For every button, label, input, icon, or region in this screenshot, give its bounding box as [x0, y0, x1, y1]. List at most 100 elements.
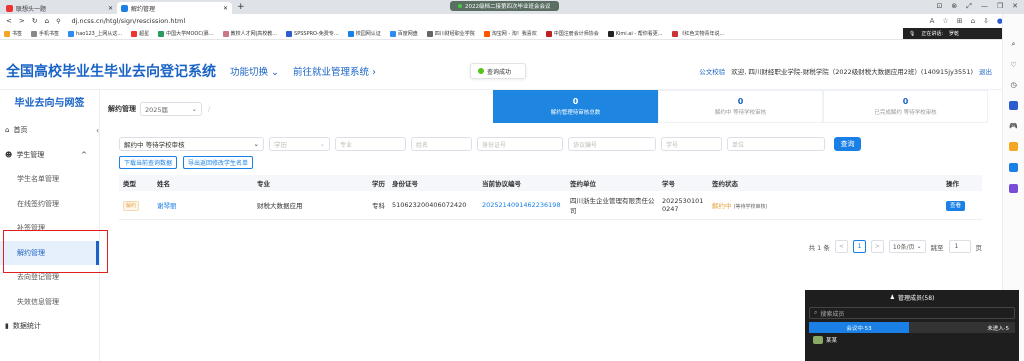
col-major: 专业: [253, 175, 368, 191]
sidebar-item-0[interactable]: ⌂ 首页: [0, 118, 99, 143]
bookmark-item[interactable]: hao123_上网从这...: [68, 30, 122, 37]
browser-tab[interactable]: 联想头一题 ✕: [2, 2, 117, 14]
member-row[interactable]: 某某: [813, 336, 1011, 344]
toolbox-icon[interactable]: [1009, 142, 1018, 151]
bookmark-label: 四川财经职业学院: [434, 31, 475, 37]
forward-icon[interactable]: >: [19, 17, 25, 25]
sidebar-item-2[interactable]: 学生名单管理: [0, 167, 99, 192]
bookmark-item[interactable]: 四川财经职业学院: [426, 30, 475, 37]
bookmark-item[interactable]: 手机书签: [31, 30, 59, 37]
export-return-list-button[interactable]: 导出返回修改学生名单: [183, 156, 254, 169]
translate-icon[interactable]: A: [930, 17, 935, 25]
expand-icon[interactable]: ⤢: [966, 2, 972, 11]
bookmark-item[interactable]: 中国注册会计师协会: [545, 30, 599, 37]
bookmark-item[interactable]: 书签: [4, 30, 22, 37]
agreement-link[interactable]: 2025214091462236198: [478, 191, 566, 220]
bookmark-item[interactable]: 校园网认证: [347, 30, 381, 37]
chevron-down-icon: ⌄: [271, 66, 280, 78]
search-icon[interactable]: ⌕: [1012, 40, 1016, 49]
agreement-number-input[interactable]: 协议编号: [568, 137, 656, 151]
highlight-box: [3, 230, 108, 273]
cloud-icon[interactable]: [1009, 163, 1018, 172]
page-size-select[interactable]: 10条/页 ⌄: [888, 240, 926, 253]
bookmark-item[interactable]: 《红色文物青年说...: [671, 30, 724, 37]
extensions-icon[interactable]: ⊗: [951, 2, 957, 11]
site-info-icon[interactable]: ⚲: [56, 18, 60, 25]
chevron-down-icon: ⌄: [916, 243, 922, 250]
bookmark-icon: [545, 30, 552, 37]
tab-not-joined[interactable]: 未进入·5: [909, 322, 1015, 333]
goto-employment-link[interactable]: 前往就业管理系统 ›: [293, 64, 376, 78]
chart-icon: ▮: [5, 322, 9, 331]
year-select[interactable]: 2025届 ⌄: [140, 101, 202, 116]
bookmark-item[interactable]: SPSSPRO-免费专...: [286, 30, 339, 37]
meeting-members-panel: ♟ 管理成员(58) ⌕ 搜索成员 会议中·53 未进入·5 某某: [805, 290, 1019, 361]
close-tab-icon[interactable]: ✕: [223, 5, 228, 12]
url-field[interactable]: dj.ncss.cn/htgl/sign/rescission.html: [71, 17, 185, 25]
bookmark-item[interactable]: 中国大学MOOC(慕...: [158, 30, 214, 37]
logout-link[interactable]: 退出: [979, 66, 992, 76]
sidebar-item-8[interactable]: ▮ 数据统计: [0, 314, 99, 339]
bookmark-item[interactable]: 超星: [131, 30, 149, 37]
query-button[interactable]: 查询: [834, 137, 861, 151]
sidebar-item-3[interactable]: 在线签约管理: [0, 192, 99, 217]
bookmark-label: 超星: [139, 31, 150, 37]
collections-icon[interactable]: ⌂: [971, 17, 975, 25]
goto-page-input[interactable]: 1: [948, 240, 971, 253]
student-number-input[interactable]: 学号: [661, 137, 722, 151]
member-search-input[interactable]: ⌕ 搜索成员: [809, 307, 1015, 319]
sidebar-item-7[interactable]: 失效信息管理: [0, 290, 99, 315]
minimize-icon[interactable]: —: [981, 2, 988, 11]
bookmark-item[interactable]: Kimi.ai - 帮你看更...: [607, 30, 663, 37]
download-data-button[interactable]: 下载当前查询数据: [119, 156, 178, 169]
close-window-icon[interactable]: ✕: [1012, 2, 1018, 11]
id-number-input[interactable]: 身份证号: [477, 137, 563, 151]
stat-rescinding[interactable]: 0 解约中 等待学校审核: [658, 90, 823, 123]
view-button[interactable]: 查看: [946, 200, 966, 211]
sidebar-item-1[interactable]: ☻ 学生管理 ^: [0, 143, 99, 168]
function-switch-dropdown[interactable]: 功能切换 ⌄: [230, 64, 279, 78]
ai-icon[interactable]: [1009, 101, 1018, 110]
col-agreement: 当前协议编号: [478, 175, 566, 191]
bookmark-item[interactable]: 教校人才网|高校教...: [222, 30, 277, 37]
major-input[interactable]: 专业: [335, 137, 406, 151]
favorites-icon[interactable]: ♡: [1010, 61, 1016, 69]
unit-input[interactable]: 单位: [727, 137, 825, 151]
reload-icon[interactable]: ↻: [32, 17, 38, 25]
collapse-sidebar-icon[interactable]: ‹: [96, 126, 99, 135]
name-input[interactable]: 姓名: [411, 137, 472, 151]
bookmark-item[interactable]: 淘宝网 - 淘！我喜欢: [483, 30, 537, 37]
maximize-icon[interactable]: ❐: [997, 2, 1003, 11]
bookmark-icon: [68, 30, 75, 37]
prev-page-button[interactable]: <: [834, 240, 848, 253]
history-icon[interactable]: ◷: [1010, 81, 1016, 89]
bookmark-icon: [607, 30, 614, 37]
page-number[interactable]: 1: [852, 240, 866, 253]
back-icon[interactable]: <: [6, 17, 12, 25]
next-page-button[interactable]: >: [870, 240, 884, 253]
screen-share-text: 2022级档二接第四次毕业班会会议: [465, 4, 551, 10]
stat-pending-total[interactable]: 0 解约管理待审核总数: [493, 90, 658, 123]
stat-rescinded[interactable]: 0 已完成解约 等待学校审核: [823, 90, 988, 123]
sidebar-item-label: 数据统计: [12, 322, 41, 331]
app-icon[interactable]: [1009, 184, 1018, 193]
star-icon[interactable]: ☆: [942, 17, 948, 25]
education-cell: 专科: [368, 191, 388, 220]
downloads-icon[interactable]: ⇩: [983, 17, 989, 25]
reading-icon[interactable]: ⊞: [957, 17, 963, 25]
tab-search-icon[interactable]: ⊡: [936, 2, 942, 11]
tab-in-meeting[interactable]: 会议中·53: [809, 322, 909, 333]
close-tab-icon[interactable]: ✕: [108, 5, 113, 12]
success-toast: 查询成功: [470, 63, 526, 79]
bookmark-item[interactable]: 百度网盘: [389, 30, 418, 37]
education-select[interactable]: 学历 ⌄: [269, 137, 330, 151]
home-browser-icon[interactable]: ⌂: [45, 17, 49, 25]
screen-share-banner: 2022级档二接第四次毕业班会会议: [450, 1, 559, 11]
new-tab-button[interactable]: +: [237, 2, 245, 12]
student-name-link[interactable]: 谢琴丽: [153, 191, 253, 220]
status-select[interactable]: 解约中 等待学校审核 ⌄: [119, 137, 264, 151]
browser-tab-active[interactable]: 解约管理 ✕: [117, 2, 232, 14]
chevron-down-icon: ⌄: [253, 140, 259, 148]
announcement-link[interactable]: 公文校验: [699, 66, 725, 76]
game-icon[interactable]: 🎮: [1009, 122, 1018, 130]
